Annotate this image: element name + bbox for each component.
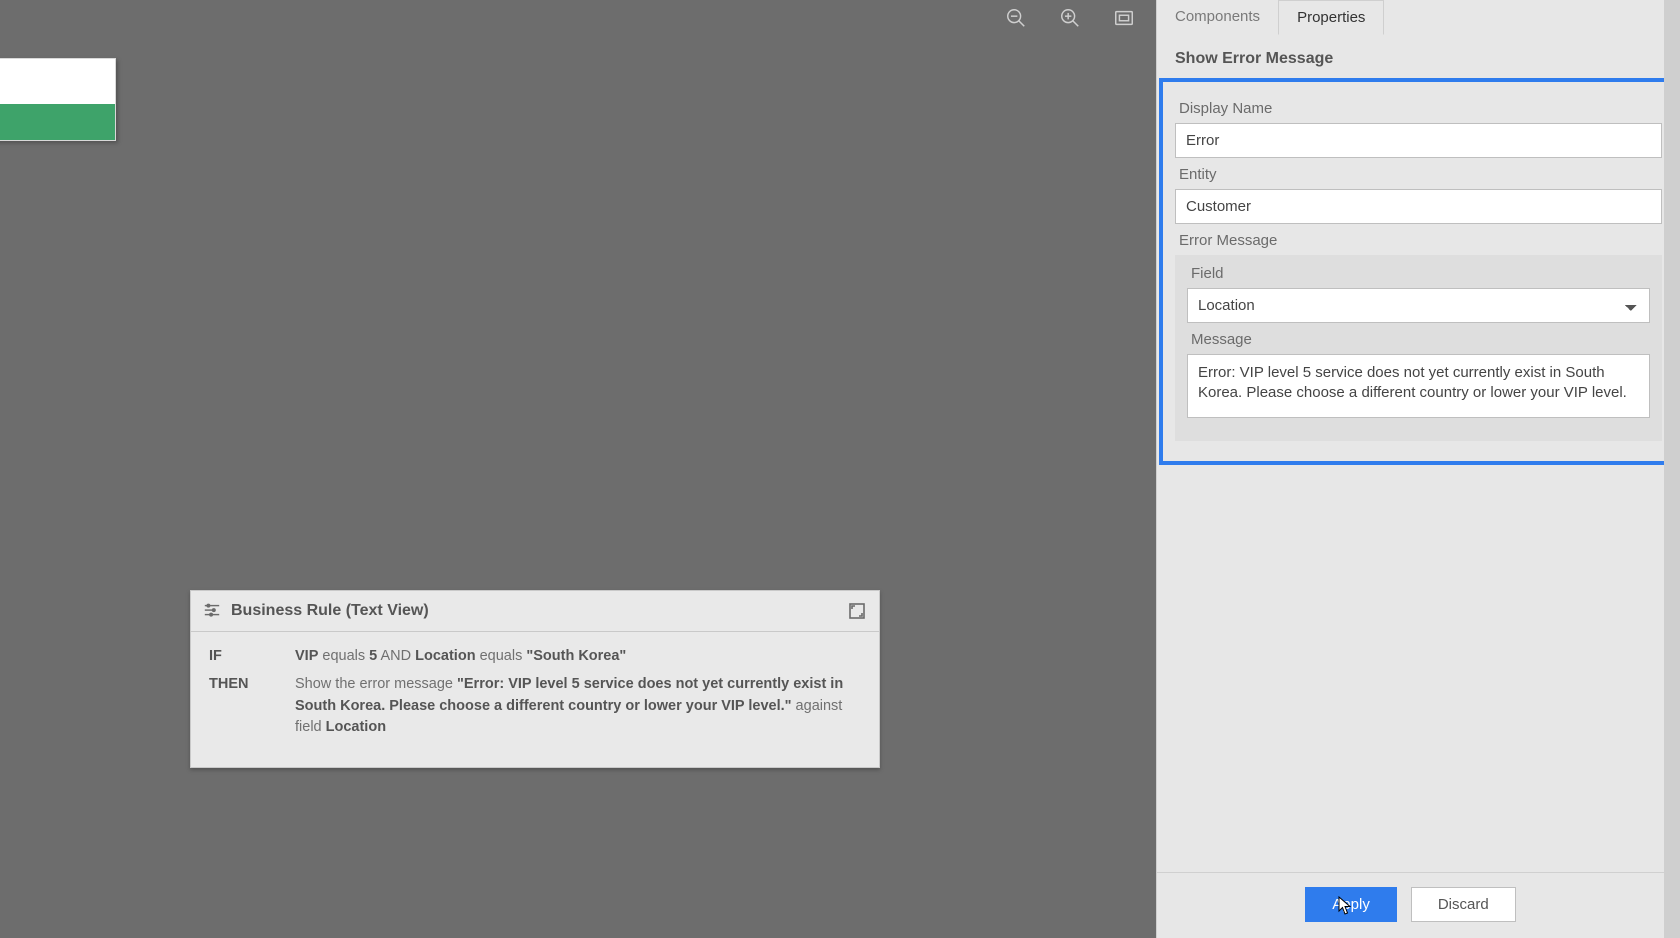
tab-properties[interactable]: Properties	[1278, 0, 1384, 35]
properties-form: Display Name Entity Error Message Field …	[1159, 78, 1678, 465]
canvas-toolbar	[1004, 6, 1136, 30]
error-message-subsection: Field Location Message Error: VIP level …	[1175, 255, 1662, 441]
display-name-input[interactable]	[1175, 123, 1662, 158]
selected-action-title: Show Error Message	[1157, 36, 1680, 78]
apply-button-label: Apply	[1332, 896, 1370, 913]
action-card-show-error[interactable]: age	[0, 58, 116, 141]
action-card-title: age	[0, 59, 115, 104]
discard-button[interactable]: Discard	[1411, 887, 1516, 922]
error-message-section-label: Error Message	[1179, 232, 1658, 249]
expand-icon[interactable]	[847, 601, 867, 621]
zoom-in-icon[interactable]	[1058, 6, 1082, 30]
display-name-label: Display Name	[1179, 100, 1658, 117]
action-card-status-bar	[0, 104, 115, 140]
then-action-text: Show the error message "Error: VIP level…	[295, 674, 861, 739]
then-keyword: THEN	[209, 674, 265, 739]
panel-tabs: Components Properties	[1157, 0, 1680, 36]
apply-button[interactable]: Apply	[1305, 887, 1397, 922]
text-view-title: Business Rule (Text View)	[203, 602, 429, 620]
field-select[interactable]: Location	[1187, 288, 1650, 323]
entity-input	[1175, 189, 1662, 224]
if-keyword: IF	[209, 646, 265, 668]
field-label: Field	[1191, 265, 1646, 282]
business-rule-text-view-panel: Business Rule (Text View) IF VIP equals …	[190, 590, 880, 768]
properties-panel: Components Properties Show Error Message…	[1156, 0, 1680, 938]
text-view-title-text: Business Rule (Text View)	[231, 602, 429, 620]
entity-label: Entity	[1179, 166, 1658, 183]
zoom-out-icon[interactable]	[1004, 6, 1028, 30]
tab-components[interactable]: Components	[1157, 0, 1278, 35]
if-condition-text: VIP equals 5 AND Location equals "South …	[295, 646, 861, 668]
message-textarea[interactable]: Error: VIP level 5 service does not yet …	[1187, 354, 1650, 418]
fit-to-screen-icon[interactable]	[1112, 6, 1136, 30]
rule-canvas[interactable]: age Business Rule (Text View) IF	[0, 0, 1156, 938]
panel-footer: Apply Discard	[1157, 872, 1664, 938]
message-label: Message	[1191, 331, 1646, 348]
